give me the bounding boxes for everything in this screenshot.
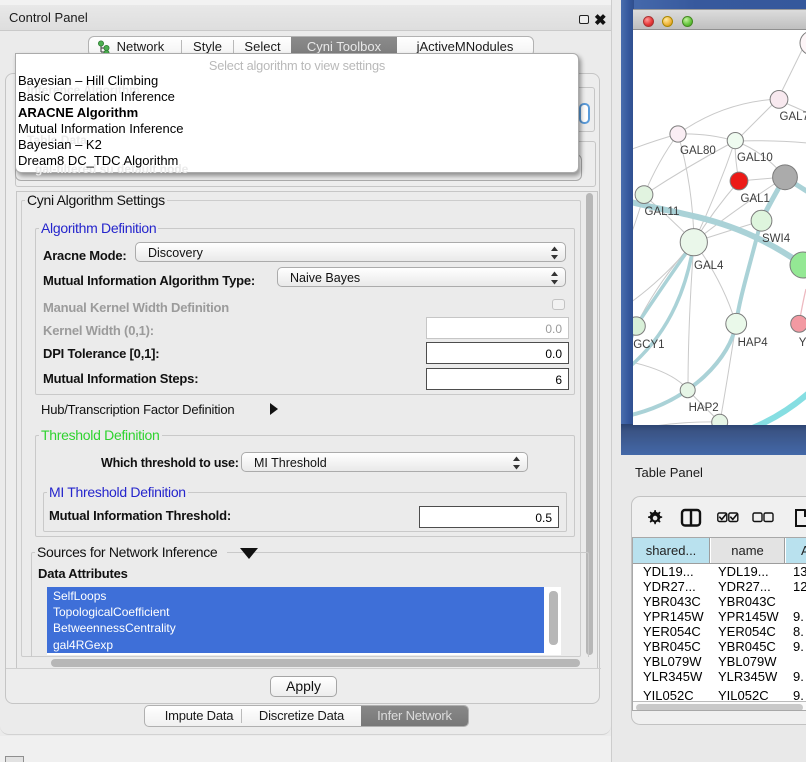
svg-text:GAL11: GAL11 <box>645 206 680 218</box>
svg-text:HAP4: HAP4 <box>738 337 769 349</box>
svg-text:SWI4: SWI4 <box>762 233 791 245</box>
svg-text:GAL1: GAL1 <box>741 193 770 205</box>
svg-text:GCY1: GCY1 <box>633 339 664 351</box>
svg-text:GAL10: GAL10 <box>737 152 773 164</box>
svg-text:GAL7: GAL7 <box>780 111 806 123</box>
svg-text:GAL4: GAL4 <box>694 260 724 272</box>
svg-text:HAP2: HAP2 <box>689 402 719 414</box>
svg-text:GAL80: GAL80 <box>680 145 716 157</box>
svg-text:Y: Y <box>799 337 806 349</box>
